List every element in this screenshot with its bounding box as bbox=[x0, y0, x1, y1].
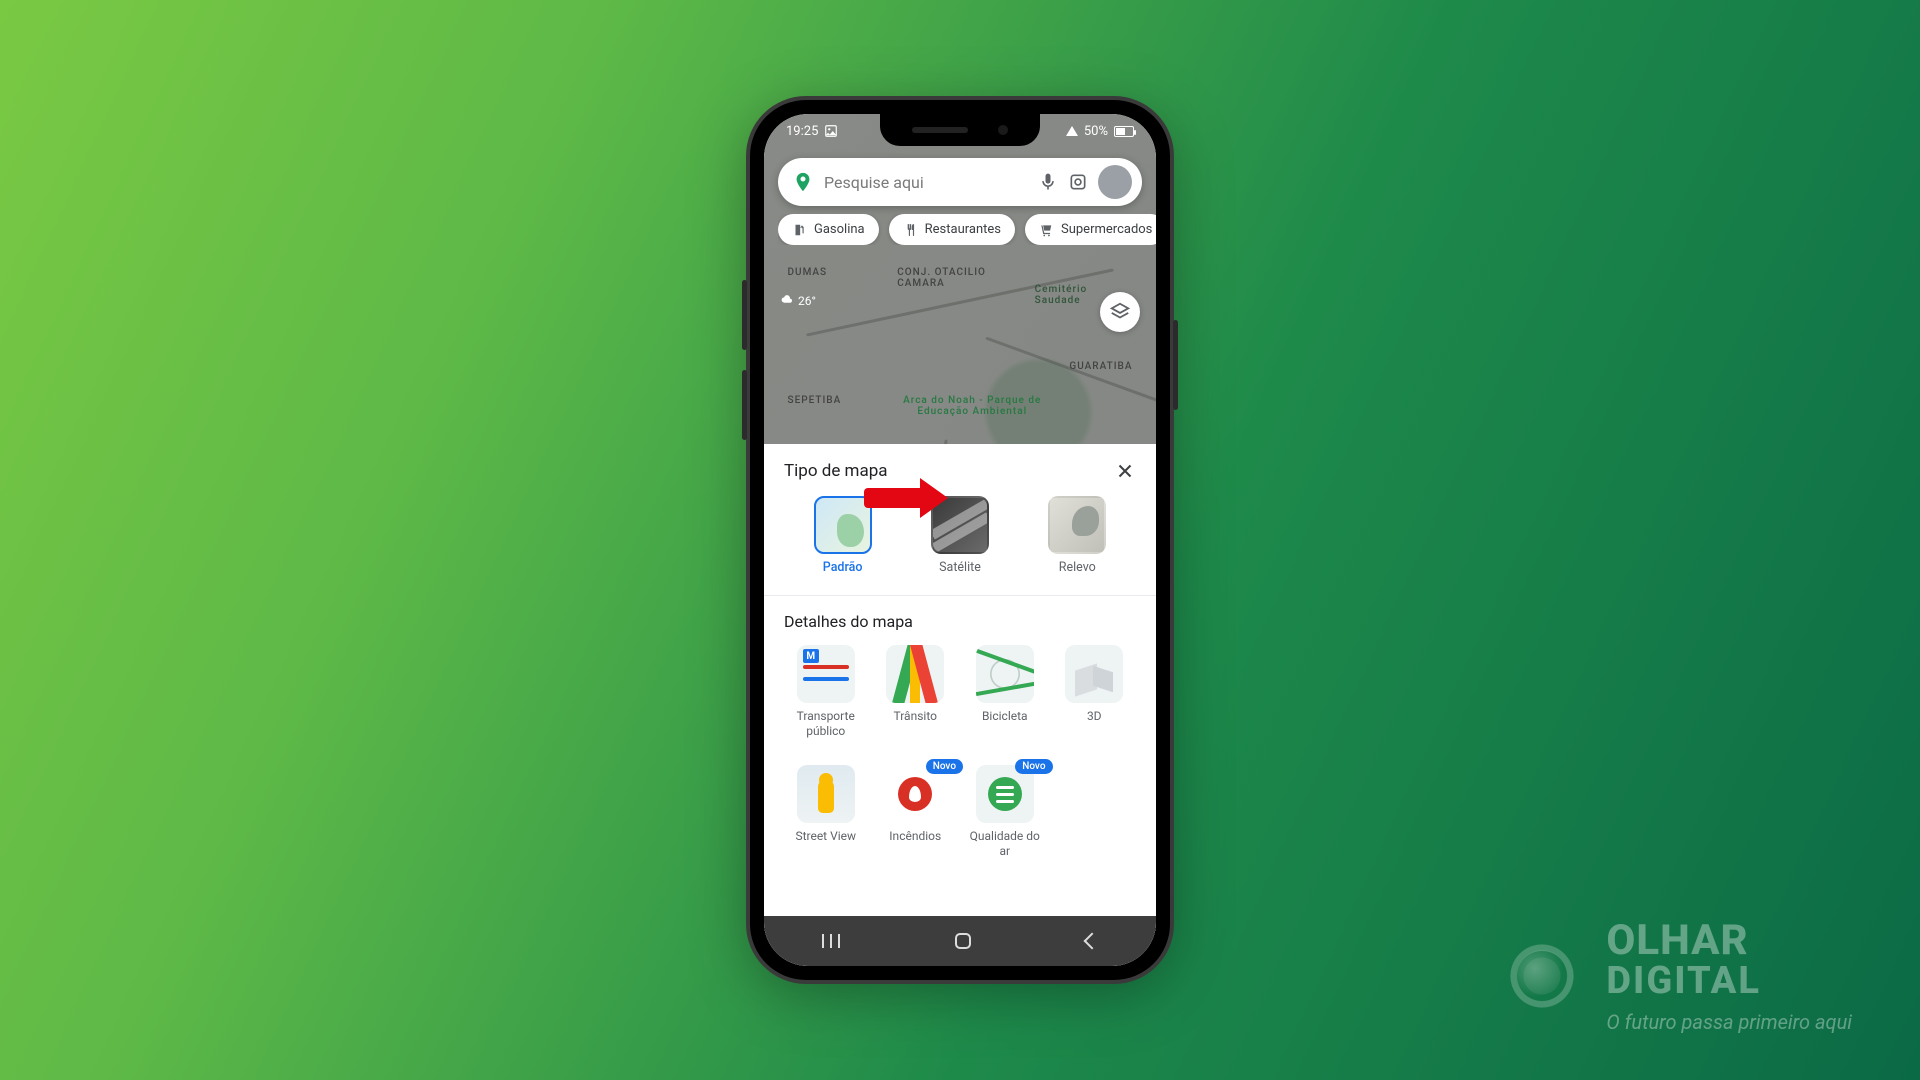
detail-label: Street View bbox=[795, 829, 856, 859]
cart-icon bbox=[1039, 223, 1053, 237]
three-d-icon bbox=[1065, 645, 1123, 703]
detail-label: Bicicleta bbox=[982, 709, 1028, 739]
detail-label: Qualidade do ar bbox=[963, 829, 1047, 859]
phone-notch bbox=[880, 114, 1040, 146]
map-type-default-tile bbox=[814, 496, 872, 554]
map-label-dumas: DUMAS bbox=[788, 267, 828, 278]
restaurant-icon bbox=[903, 223, 917, 237]
map-details-grid: M Transporte público Trânsito Bicicleta … bbox=[784, 645, 1136, 859]
image-icon bbox=[824, 124, 838, 138]
nav-recent-button[interactable] bbox=[822, 934, 840, 948]
watermark: OLHAR DIGITAL O futuro passa primeiro aq… bbox=[1496, 920, 1852, 1032]
bike-icon bbox=[976, 645, 1034, 703]
nav-home-button[interactable] bbox=[955, 933, 971, 949]
nav-back-button[interactable] bbox=[1084, 933, 1101, 950]
layers-button[interactable] bbox=[1100, 292, 1140, 332]
lens-icon[interactable] bbox=[1068, 172, 1088, 192]
map-label-arca: Arca do Noah - Parque de Educação Ambien… bbox=[897, 395, 1047, 417]
map-pin-icon bbox=[792, 171, 814, 193]
account-avatar[interactable] bbox=[1098, 165, 1132, 199]
detail-label: Trânsito bbox=[894, 709, 937, 739]
streetview-icon bbox=[797, 765, 855, 823]
detail-traffic[interactable]: Trânsito bbox=[874, 645, 958, 739]
search-placeholder: Pesquise aqui bbox=[824, 173, 1028, 192]
map-label-camara: CONJ. OTACILIO CAMARA bbox=[897, 267, 1007, 289]
detail-transit[interactable]: M Transporte público bbox=[784, 645, 868, 739]
phone-frame: SEPETIBA GUARATIBA DUMAS CONJ. OTACILIO … bbox=[750, 100, 1170, 980]
transit-icon: M bbox=[797, 645, 855, 703]
map-type-default[interactable]: Padrão bbox=[814, 496, 872, 575]
map-type-satellite[interactable]: Satélite bbox=[931, 496, 989, 575]
map-type-label: Satélite bbox=[939, 560, 981, 575]
weather-temp: 26° bbox=[798, 294, 816, 308]
detail-label: Incêndios bbox=[889, 829, 941, 859]
battery-icon bbox=[1114, 126, 1134, 137]
weather-icon bbox=[780, 294, 794, 308]
detail-air-quality[interactable]: Novo Qualidade do ar bbox=[963, 765, 1047, 859]
map-type-label: Relevo bbox=[1059, 560, 1096, 575]
map-label-sepetiba: SEPETIBA bbox=[788, 395, 842, 406]
search-bar[interactable]: Pesquise aqui bbox=[778, 158, 1142, 206]
detail-label: 3D bbox=[1087, 709, 1102, 739]
sheet-title-details: Detalhes do mapa bbox=[784, 612, 1136, 631]
new-badge: Novo bbox=[1015, 759, 1052, 774]
mic-icon[interactable] bbox=[1038, 172, 1058, 192]
detail-bike[interactable]: Bicicleta bbox=[963, 645, 1047, 739]
watermark-tagline: O futuro passa primeiro aqui bbox=[1606, 1012, 1852, 1032]
map-type-terrain[interactable]: Relevo bbox=[1048, 496, 1106, 575]
divider bbox=[764, 595, 1156, 596]
phone-screen: SEPETIBA GUARATIBA DUMAS CONJ. OTACILIO … bbox=[764, 114, 1156, 966]
chip-supermercados[interactable]: Supermercados bbox=[1025, 214, 1156, 245]
status-time: 19:25 bbox=[786, 124, 818, 139]
weather-pill[interactable]: 26° bbox=[780, 294, 816, 308]
chip-label: Supermercados bbox=[1061, 222, 1152, 237]
chip-label: Gasolina bbox=[814, 222, 865, 237]
sheet-title-type: Tipo de mapa bbox=[784, 461, 888, 481]
fuel-icon bbox=[792, 223, 806, 237]
chip-label: Restaurantes bbox=[925, 222, 1001, 237]
watermark-logo-icon bbox=[1496, 930, 1588, 1022]
map-type-terrain-tile bbox=[1048, 496, 1106, 554]
detail-streetview[interactable]: Street View bbox=[784, 765, 868, 859]
detail-label: Transporte público bbox=[784, 709, 868, 739]
status-battery-pct: 50% bbox=[1084, 124, 1108, 139]
detail-fires[interactable]: Novo Incêndios bbox=[874, 765, 958, 859]
detail-3d[interactable]: 3D bbox=[1053, 645, 1137, 739]
chip-gasolina[interactable]: Gasolina bbox=[778, 214, 879, 245]
map-label-guaratiba: GUARATIBA bbox=[1069, 361, 1132, 372]
close-button[interactable] bbox=[1114, 460, 1136, 482]
close-icon bbox=[1114, 460, 1136, 482]
chip-restaurantes[interactable]: Restaurantes bbox=[889, 214, 1015, 245]
map-type-row: Padrão Satélite Relevo bbox=[784, 496, 1136, 575]
traffic-icon bbox=[886, 645, 944, 703]
layers-icon bbox=[1109, 301, 1131, 323]
watermark-line2: DIGITAL bbox=[1606, 962, 1852, 1000]
signal-icon bbox=[1066, 126, 1078, 136]
category-chips: Gasolina Restaurantes Supermercados bbox=[778, 214, 1156, 245]
android-navbar bbox=[764, 916, 1156, 966]
new-badge: Novo bbox=[926, 759, 963, 774]
watermark-line1: OLHAR bbox=[1606, 920, 1852, 962]
map-type-label: Padrão bbox=[823, 560, 863, 575]
map-options-sheet: Tipo de mapa Padrão Satélite Relevo bbox=[764, 444, 1156, 966]
map-type-satellite-tile bbox=[931, 496, 989, 554]
